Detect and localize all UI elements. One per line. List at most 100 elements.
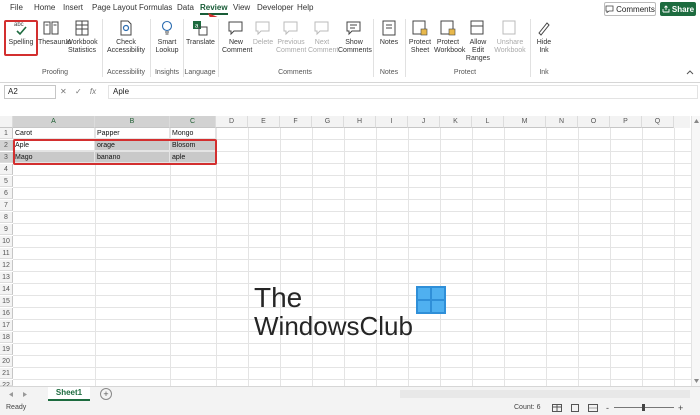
row-header[interactable]: 1 [0,128,13,139]
row-header[interactable]: 6 [0,188,13,199]
thesaurus-button[interactable]: Thesaurus [38,19,71,47]
cancel-icon[interactable]: ✕ [60,87,67,96]
grid-area[interactable] [13,128,691,386]
sheet-tab-sheet1[interactable]: Sheet1 [48,387,90,401]
watermark-line1: The [254,282,303,313]
column-header-l[interactable]: L [472,116,504,128]
tab-home[interactable]: Home [34,3,55,12]
next-sheet-icon[interactable] [22,391,28,398]
column-header-m[interactable]: M [504,116,546,128]
row-header[interactable]: 21 [0,368,13,379]
zoom-slider[interactable] [614,404,674,411]
tab-formulas[interactable]: Formulas [139,3,172,12]
unshare-workbook-label: Unshare Workbook [494,39,526,54]
add-sheet-button[interactable]: + [100,388,112,400]
collapse-ribbon-icon[interactable] [686,69,694,75]
notes-icon [382,20,396,36]
row-header[interactable]: 4 [0,164,13,175]
watermark: The WindowsClub [254,282,446,340]
smart-lookup-label: Smart Lookup [155,39,179,54]
column-header-f[interactable]: F [280,116,312,128]
formula-bar: A2 ✕ ✓ fx Aple [0,84,700,100]
row-header[interactable]: 17 [0,320,13,331]
row-header[interactable]: 16 [0,308,13,319]
row-header[interactable]: 10 [0,236,13,247]
tab-developer[interactable]: Developer [257,3,293,12]
show-comments-button[interactable]: Show Comments [338,19,372,55]
row-header[interactable]: 11 [0,248,13,259]
hide-ink-button[interactable]: Hide Ink [534,19,554,55]
tab-page-layout[interactable]: Page Layout [92,3,137,12]
column-header-e[interactable]: E [248,116,280,128]
check-accessibility-button[interactable]: Check Accessibility [106,19,146,55]
row-header[interactable]: 18 [0,332,13,343]
vertical-scrollbar[interactable] [691,116,700,386]
tab-help[interactable]: Help [297,3,313,12]
new-comment-button[interactable]: New Comment [222,19,252,55]
row-header[interactable]: 8 [0,212,13,223]
tab-insert[interactable]: Insert [63,3,83,12]
workbook-statistics-button[interactable]: Workbook Statistics [66,19,98,55]
page-break-view-icon[interactable] [588,404,598,412]
zoom-in-button[interactable]: + [678,403,683,413]
previous-comment-button[interactable]: Previous Comment [276,19,306,55]
formula-controls: ✕ ✓ fx [60,87,96,96]
horizontal-scrollbar[interactable] [400,390,690,398]
column-header-b[interactable]: B [95,116,170,128]
normal-view-icon[interactable] [552,404,562,412]
protect-sheet-button[interactable]: Protect Sheet [408,19,432,55]
column-header-p[interactable]: P [610,116,642,128]
allow-edit-ranges-button[interactable]: Allow Edit Ranges [464,19,492,63]
row-header[interactable]: 3 [0,152,13,163]
status-count: Count: 6 [514,404,541,411]
cell-c1[interactable]: Mongo [170,128,216,139]
row-header[interactable]: 20 [0,356,13,367]
row-header[interactable]: 9 [0,224,13,235]
zoom-out-button[interactable]: - [606,403,609,413]
row-header[interactable]: 15 [0,296,13,307]
formula-input[interactable]: Aple [108,85,698,99]
unshare-workbook-button[interactable]: Unshare Workbook [494,19,526,55]
scroll-down-icon[interactable] [693,378,700,384]
fx-icon[interactable]: fx [90,87,96,96]
column-header-c[interactable]: C [170,116,216,128]
delete-comment-button[interactable]: Delete [252,19,274,47]
notes-button[interactable]: Notes [377,19,401,47]
share-button[interactable]: Share [660,2,696,16]
cell-a1[interactable]: Carot [13,128,95,139]
column-header-i[interactable]: I [376,116,408,128]
row-header[interactable]: 19 [0,344,13,355]
page-layout-view-icon[interactable] [570,404,580,412]
smart-lookup-button[interactable]: Smart Lookup [154,19,180,55]
tab-file[interactable]: File [10,3,23,12]
column-header-k[interactable]: K [440,116,472,128]
protect-workbook-button[interactable]: Protect Workbook [434,19,465,55]
column-header-h[interactable]: H [344,116,376,128]
row-header[interactable]: 13 [0,272,13,283]
prev-sheet-icon[interactable] [8,391,14,398]
comments-button[interactable]: Comments [604,2,656,16]
enter-icon[interactable]: ✓ [75,87,82,96]
column-header-d[interactable]: D [216,116,248,128]
row-header[interactable]: 14 [0,284,13,295]
row-header[interactable]: 12 [0,260,13,271]
tab-data[interactable]: Data [177,3,194,12]
column-header-a[interactable]: A [13,116,95,128]
column-header-g[interactable]: G [312,116,344,128]
cell-b1[interactable]: Papper [95,128,170,139]
group-separator [102,19,103,77]
scroll-up-icon[interactable] [693,118,700,124]
next-comment-button[interactable]: Next Comment [308,19,338,55]
column-header-q[interactable]: Q [642,116,674,128]
column-header-n[interactable]: N [546,116,578,128]
select-all-corner[interactable] [0,116,13,128]
lock-sheet-icon [412,20,428,36]
column-header-j[interactable]: J [408,116,440,128]
translate-button[interactable]: a Translate [186,19,215,47]
row-header[interactable]: 5 [0,176,13,187]
name-box[interactable]: A2 [4,85,56,99]
column-header-o[interactable]: O [578,116,610,128]
row-header[interactable]: 7 [0,200,13,211]
zoom-slider-thumb[interactable] [642,404,645,411]
row-header[interactable]: 2 [0,140,13,151]
